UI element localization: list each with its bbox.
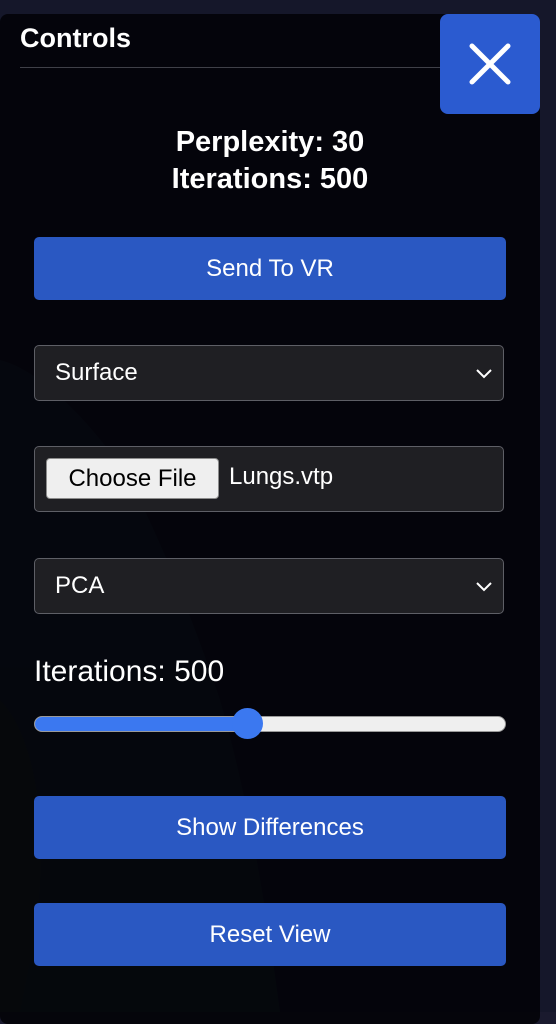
reduction-method-select[interactable]: PCA	[34, 558, 504, 614]
reset-view-button[interactable]: Reset View	[34, 903, 506, 966]
slider-thumb[interactable]	[232, 708, 263, 739]
show-differences-button[interactable]: Show Differences	[34, 796, 506, 859]
chevron-down-icon	[476, 582, 492, 592]
render-mode-value: Surface	[55, 359, 138, 386]
chevron-down-icon	[476, 369, 492, 379]
iterations-slider-label: Iterations: 500	[34, 655, 225, 688]
perplexity-text: Perplexity: 30	[175, 126, 365, 158]
file-input[interactable]: Choose File Lungs.vtp	[34, 446, 504, 512]
choose-file-button[interactable]: Choose File	[46, 458, 219, 499]
iterations-text: Iterations: 500	[171, 163, 369, 195]
status-info: Perplexity: 30 Iterations: 500	[20, 124, 520, 198]
slider-fill	[35, 717, 247, 731]
iterations-slider[interactable]	[34, 708, 506, 739]
send-to-vr-button[interactable]: Send To VR	[34, 237, 506, 300]
close-icon	[469, 43, 511, 85]
file-name: Lungs.vtp	[229, 463, 334, 490]
render-mode-select[interactable]: Surface	[34, 345, 504, 401]
reduction-method-value: PCA	[55, 572, 105, 599]
close-button[interactable]	[440, 14, 540, 114]
